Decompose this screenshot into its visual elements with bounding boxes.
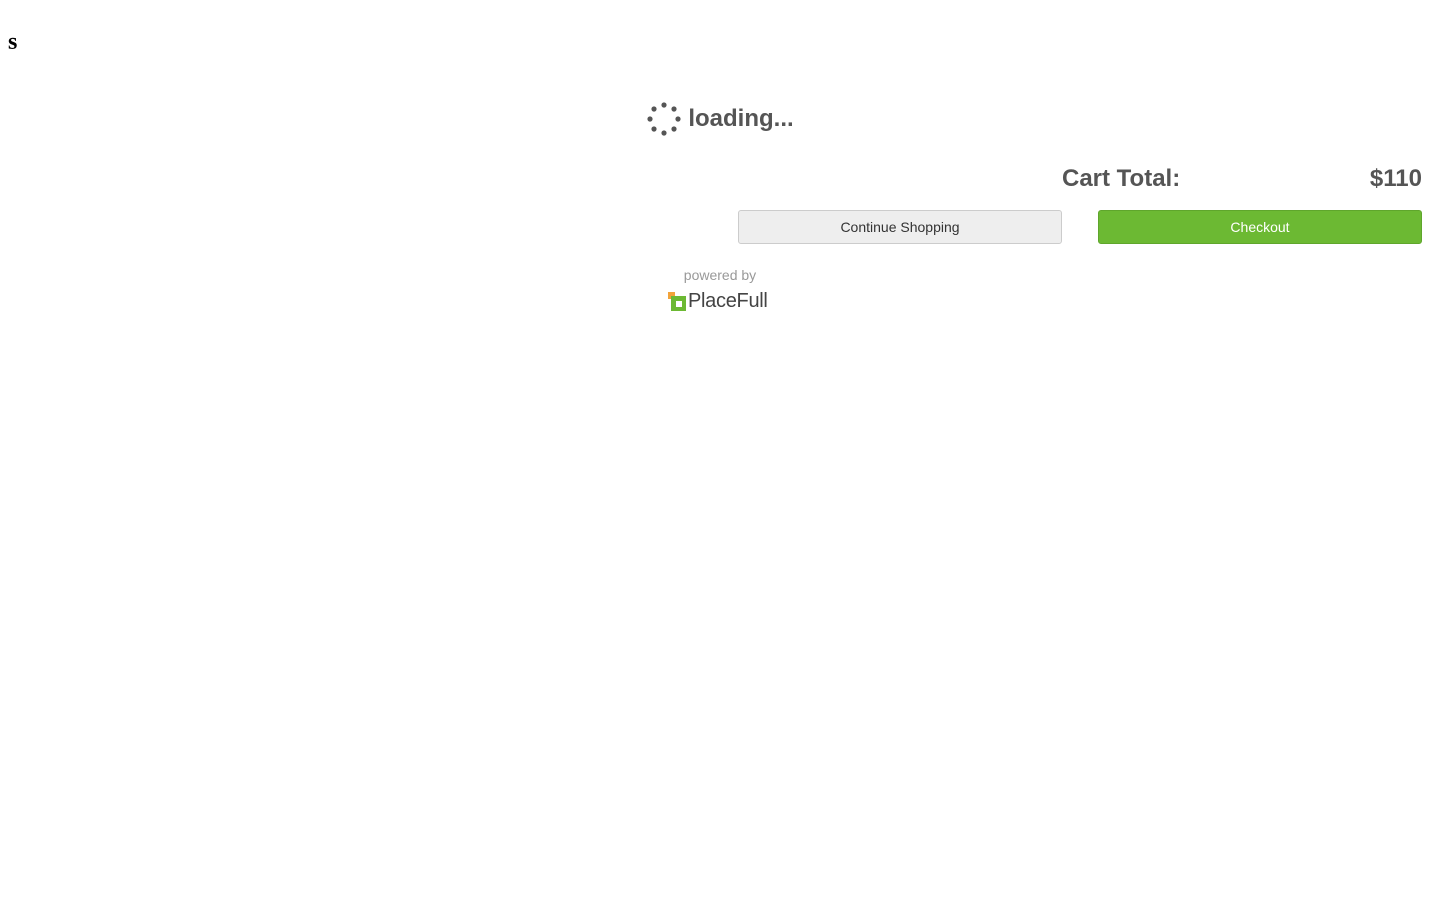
placefull-brand: PlaceFull xyxy=(668,290,768,312)
placefull-brand-name: PlaceFull xyxy=(688,290,768,312)
loading-indicator: loading... xyxy=(0,100,1440,138)
checkout-button[interactable]: Checkout xyxy=(1098,210,1422,244)
loading-text: loading... xyxy=(688,105,794,132)
powered-by-text: powered by xyxy=(683,267,757,283)
placefull-logo-icon xyxy=(668,291,686,311)
spinner-icon xyxy=(647,102,681,136)
corner-letter: s xyxy=(8,29,18,55)
cart-total-value: $110 xyxy=(1369,165,1422,192)
cart-total-label: Cart Total: xyxy=(1062,165,1181,192)
continue-shopping-button[interactable]: Continue Shopping xyxy=(738,210,1062,244)
